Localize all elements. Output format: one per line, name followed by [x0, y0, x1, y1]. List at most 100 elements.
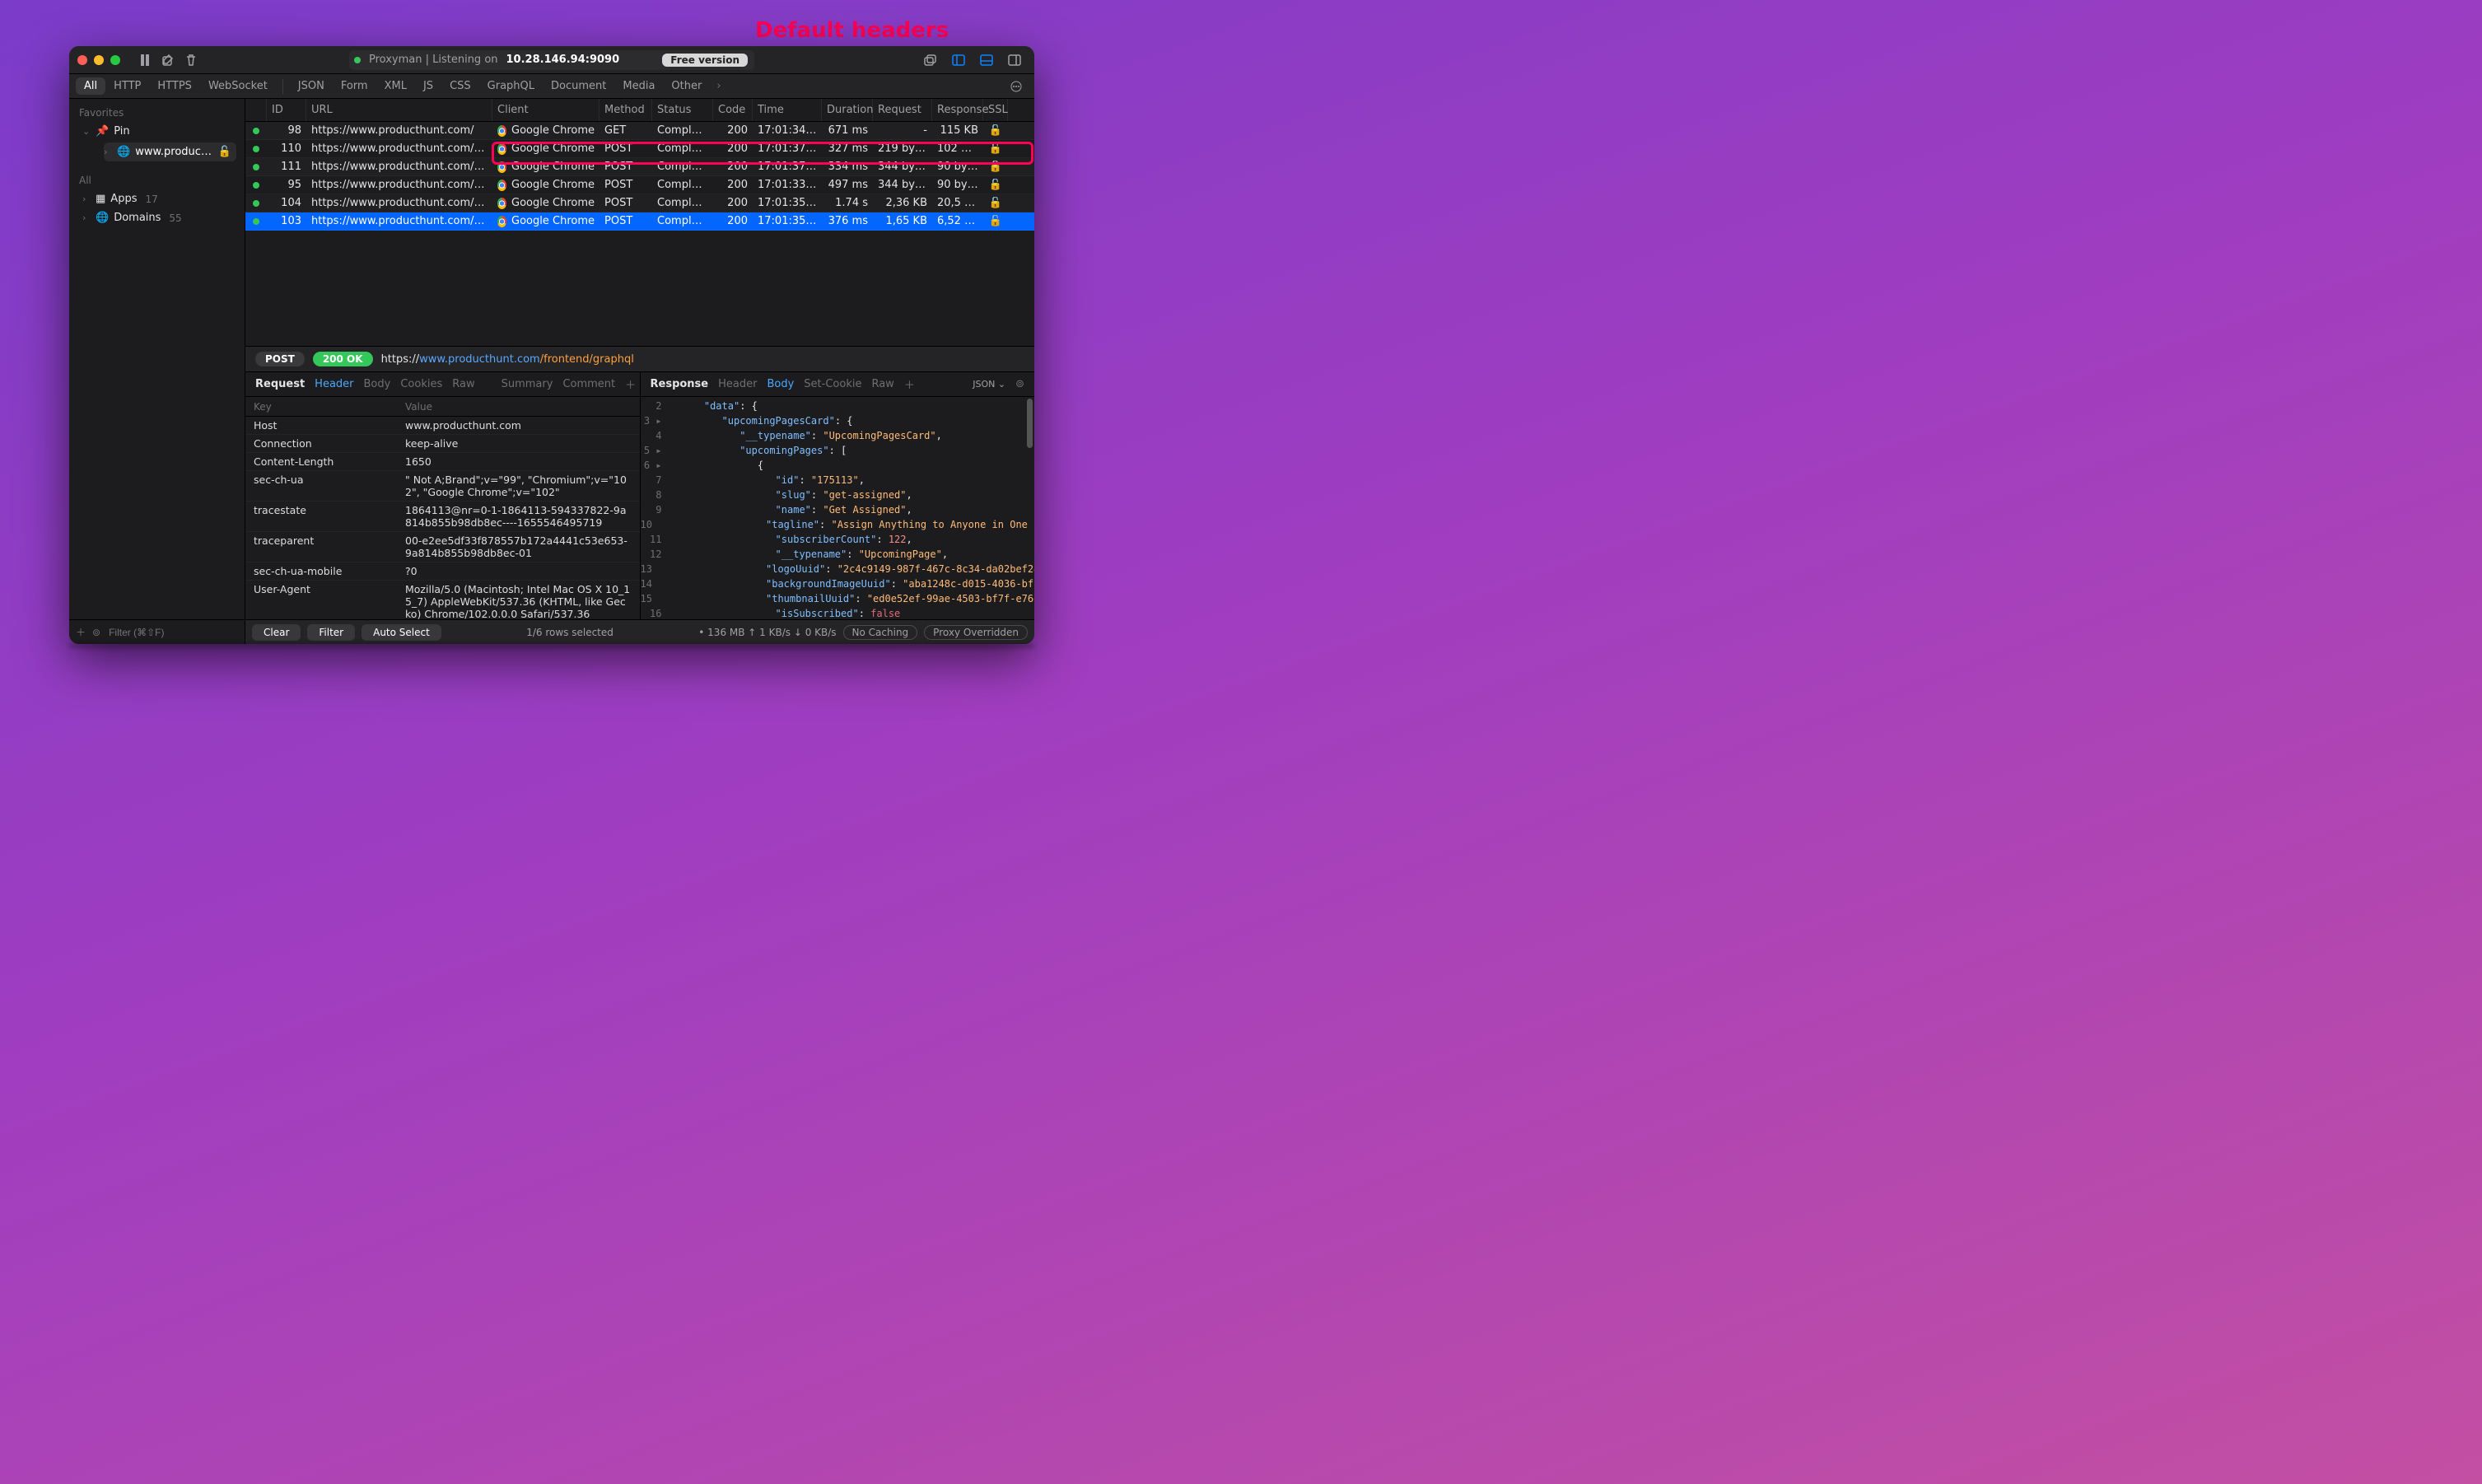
filter-all[interactable]: All	[76, 77, 105, 95]
column-request[interactable]: Request	[873, 99, 932, 121]
status-pill: 200 OK	[313, 352, 373, 366]
filter-media[interactable]: Media	[614, 77, 663, 95]
cell-id: 103	[267, 215, 306, 227]
header-row[interactable]: User-AgentMozilla/5.0 (Macintosh; Intel …	[245, 581, 640, 619]
cell-duration: 376 ms	[822, 215, 873, 227]
header-row[interactable]: Content-Length1650	[245, 453, 640, 471]
column-code[interactable]: Code	[713, 99, 753, 121]
request-title: Request	[255, 378, 305, 390]
cell-id: 98	[267, 124, 306, 137]
header-value: " Not A;Brand";v="99", "Chromium";v="102…	[405, 474, 632, 498]
filter-http[interactable]: HTTP	[105, 77, 149, 95]
filter-form[interactable]: Form	[333, 77, 376, 95]
compose-icon[interactable]	[156, 54, 180, 66]
proxy-overridden-pill[interactable]: Proxy Overridden	[924, 625, 1028, 640]
tab-cookies[interactable]: Cookies	[400, 378, 442, 390]
scrollbar[interactable]	[1027, 399, 1033, 448]
cell-method: POST	[600, 179, 652, 191]
column-method[interactable]: Method	[600, 99, 652, 121]
tab-header[interactable]: Header	[718, 378, 757, 390]
sidebar-item-pinned-host[interactable]: › 🌐 www.producthu... 🔓	[104, 142, 236, 161]
add-icon[interactable]: ＋	[76, 625, 86, 639]
table-row[interactable]: 111https://www.producthunt.com/frontend/…	[245, 158, 1034, 176]
header-row[interactable]: Connectionkeep-alive	[245, 435, 640, 453]
header-key: Content-Length	[254, 455, 405, 468]
no-caching-pill[interactable]: No Caching	[843, 625, 918, 640]
tab-set-cookie[interactable]: Set-Cookie	[804, 378, 861, 390]
close-icon[interactable]	[77, 55, 87, 65]
header-row[interactable]: traceparent00-e2ee5df33f878557b172a4441c…	[245, 532, 640, 562]
cell-time: 17:01:33.986	[753, 179, 822, 191]
filter-json[interactable]: JSON	[290, 77, 333, 95]
filter-xml[interactable]: XML	[376, 77, 415, 95]
table-row[interactable]: 104https://www.producthunt.com/frontend/…	[245, 194, 1034, 212]
sidebar-section-favorites: Favorites	[69, 99, 245, 122]
cell-method: POST	[600, 197, 652, 209]
clear-button[interactable]: Clear	[252, 624, 301, 641]
table-row[interactable]: 110https://www.producthunt.com/frontend/…	[245, 140, 1034, 158]
header-row[interactable]: Hostwww.producthunt.com	[245, 417, 640, 435]
cell-ssl: 🔓	[983, 179, 1008, 191]
column-ssl[interactable]: SSL	[983, 99, 1008, 121]
pause-icon[interactable]	[133, 54, 156, 66]
status-dot-icon	[253, 200, 259, 207]
filter-https[interactable]: HTTPS	[149, 77, 200, 95]
table-row[interactable]: 95https://www.producthunt.com/frontend/g…	[245, 176, 1034, 194]
header-row[interactable]: sec-ch-ua-mobile?0	[245, 562, 640, 581]
minimize-icon[interactable]	[94, 55, 104, 65]
json-line: 11 "subscriberCount": 122,	[641, 532, 1035, 547]
add-tab-icon[interactable]: ＋	[904, 376, 915, 392]
sidebar-item-domains[interactable]: › 🌐 Domains 55	[69, 208, 245, 227]
filter-other[interactable]: Other	[663, 77, 710, 95]
tab-summary[interactable]: Summary	[502, 378, 553, 390]
column-url[interactable]: URL	[306, 99, 492, 121]
column-status[interactable]: Status	[652, 99, 713, 121]
sidebar-item-apps[interactable]: › ▦ Apps 17	[69, 189, 245, 208]
tab-body[interactable]: Body	[364, 378, 391, 390]
sidebar-filter-input[interactable]	[107, 626, 238, 639]
filter-button[interactable]: Filter	[307, 624, 355, 641]
tab-raw[interactable]: Raw	[452, 378, 474, 390]
cell-id: 111	[267, 161, 306, 173]
filter-js[interactable]: JS	[415, 77, 441, 95]
windows-icon[interactable]	[919, 54, 942, 66]
column-time[interactable]: Time	[753, 99, 822, 121]
add-tab-icon[interactable]: ＋	[625, 376, 636, 392]
trash-icon[interactable]	[180, 54, 203, 66]
column-response[interactable]: Response	[932, 99, 983, 121]
cell-status: Completed	[652, 197, 713, 209]
more-icon[interactable]	[1005, 80, 1028, 93]
tab-comment[interactable]: Comment	[562, 378, 615, 390]
column-client[interactable]: Client	[492, 99, 600, 121]
cell-time: 17:01:37.636	[753, 161, 822, 173]
header-row[interactable]: tracestate1864113@nr=0-1-1864113-5943378…	[245, 502, 640, 532]
filter-document[interactable]: Document	[543, 77, 614, 95]
auto-select-button[interactable]: Auto Select	[362, 624, 441, 641]
tab-raw[interactable]: Raw	[871, 378, 893, 390]
body-mode-dropdown[interactable]: JSON ⌄	[973, 379, 1005, 390]
zoom-icon[interactable]	[110, 55, 120, 65]
panel-bottom-icon[interactable]	[975, 54, 998, 66]
table-header: ID URL Client Method Status Code Time Du…	[245, 99, 1034, 122]
chrome-icon	[497, 125, 506, 137]
column-duration[interactable]: Duration	[822, 99, 873, 121]
filter-websocket[interactable]: WebSocket	[200, 77, 276, 95]
panel-right-icon[interactable]	[1003, 54, 1026, 66]
sidebar-item-label: Domains	[114, 212, 161, 224]
table-row[interactable]: 98https://www.producthunt.com/Google Chr…	[245, 122, 1034, 140]
settings-icon[interactable]: ⊚	[1015, 378, 1024, 390]
chevron-right-icon[interactable]: ›	[716, 80, 721, 92]
cell-method: POST	[600, 215, 652, 227]
column-id[interactable]: ID	[267, 99, 306, 121]
panel-left-icon[interactable]	[947, 54, 970, 66]
tab-header[interactable]: Header	[315, 378, 353, 390]
table-row[interactable]: 103https://www.producthunt.com/frontend/…	[245, 212, 1034, 231]
filter-graphql[interactable]: GraphQL	[479, 77, 543, 95]
tab-body[interactable]: Body	[767, 378, 794, 390]
sidebar-item-pin[interactable]: ⌄ 📌 Pin	[69, 122, 245, 141]
annotation-label: Default headers	[755, 18, 949, 43]
cell-id: 95	[267, 179, 306, 191]
filter-css[interactable]: CSS	[441, 77, 479, 95]
cell-response: 115 KB	[932, 124, 983, 137]
header-row[interactable]: sec-ch-ua" Not A;Brand";v="99", "Chromiu…	[245, 471, 640, 502]
